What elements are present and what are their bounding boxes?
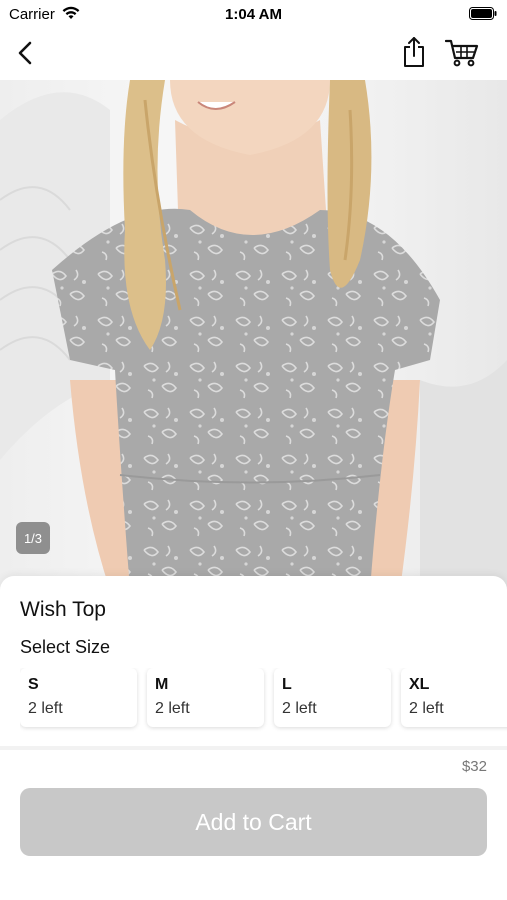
size-stock: 2 left bbox=[155, 700, 190, 717]
back-button[interactable] bbox=[10, 36, 40, 70]
size-option-xl[interactable]: XL 2 left bbox=[401, 668, 507, 727]
size-label: S bbox=[28, 676, 39, 693]
product-photo bbox=[0, 80, 507, 590]
product-title: Wish Top bbox=[20, 598, 106, 621]
share-button[interactable] bbox=[398, 34, 430, 70]
size-label: L bbox=[282, 676, 292, 693]
share-icon bbox=[404, 37, 424, 67]
chevron-left-icon bbox=[18, 41, 32, 65]
size-heading: Select Size bbox=[20, 637, 111, 657]
size-option-m[interactable]: M 2 left bbox=[147, 668, 264, 727]
clock: 1:04 AM bbox=[225, 6, 282, 23]
cart-icon bbox=[445, 39, 479, 67]
divider bbox=[0, 746, 507, 750]
size-stock: 2 left bbox=[409, 700, 444, 717]
size-label: XL bbox=[409, 676, 430, 693]
cart-button[interactable] bbox=[444, 36, 480, 70]
product-sheet: Wish Top Select Size S 2 left M 2 left L… bbox=[0, 576, 507, 900]
product-image[interactable]: 1/3 bbox=[0, 80, 507, 590]
size-stock: 2 left bbox=[282, 700, 317, 717]
size-option-l[interactable]: L 2 left bbox=[274, 668, 391, 727]
size-selector: S 2 left M 2 left L 2 left XL 2 left bbox=[20, 668, 507, 732]
status-bar: Carrier 1:04 AM bbox=[0, 0, 507, 28]
size-stock: 2 left bbox=[28, 700, 63, 717]
nav-bar bbox=[0, 28, 507, 80]
size-label: M bbox=[155, 676, 169, 693]
battery-icon bbox=[469, 7, 497, 20]
image-counter-badge: 1/3 bbox=[16, 522, 50, 554]
size-option-s[interactable]: S 2 left bbox=[20, 668, 137, 727]
price-label: $32 bbox=[461, 758, 487, 775]
add-to-cart-button[interactable]: Add to Cart bbox=[20, 788, 487, 856]
